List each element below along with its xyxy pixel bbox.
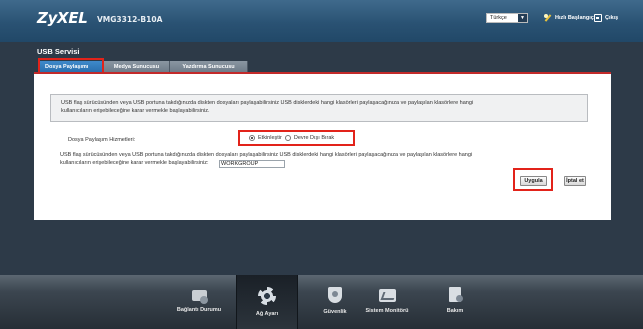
logout-icon bbox=[594, 14, 602, 22]
nav-system-monitor-label: Sistem Monitörü bbox=[365, 308, 409, 314]
wand-icon bbox=[544, 14, 552, 22]
nav-connection-status[interactable]: Bağlantı Durumu bbox=[168, 275, 230, 329]
tab-print-server[interactable]: Yazdırma Sunucusu bbox=[170, 61, 248, 72]
chevron-down-icon[interactable]: ▼ bbox=[518, 14, 527, 22]
security-icon bbox=[328, 287, 342, 303]
radio-highlight-box bbox=[238, 130, 355, 146]
logout-link[interactable]: Çıkış bbox=[594, 14, 618, 22]
nav-network-settings-label: Ağ Ayarı bbox=[255, 311, 279, 317]
nav-maintenance-label: Bakım bbox=[446, 308, 464, 314]
nav-connection-status-label: Bağlantı Durumu bbox=[176, 307, 222, 313]
apply-highlight-box bbox=[513, 168, 553, 191]
cancel-button[interactable]: İptal et bbox=[564, 176, 586, 186]
status-icon bbox=[191, 290, 208, 304]
nav-security-label: Güvenlik bbox=[323, 309, 347, 315]
nav-maintenance[interactable]: Bakım bbox=[424, 275, 486, 329]
quick-start-link[interactable]: Hızlı Başlangıç bbox=[544, 14, 594, 22]
nav-network-settings[interactable]: Ağ Ayarı bbox=[236, 275, 298, 329]
info-box: USB flaş sürücüsünden veya USB portuna t… bbox=[50, 94, 588, 122]
quick-start-label: Hızlı Başlangıç bbox=[555, 15, 594, 21]
logout-label: Çıkış bbox=[605, 15, 619, 21]
workgroup-input[interactable] bbox=[219, 160, 285, 168]
info-line-1: USB flaş sürücüsünden veya USB portuna t… bbox=[61, 100, 474, 106]
tab-media-server[interactable]: Medya Sunucusu bbox=[104, 61, 170, 72]
nav-system-monitor[interactable]: Sistem Monitörü bbox=[356, 275, 418, 329]
description-line-1: USB flaş sürücüsünden veya USB portuna t… bbox=[60, 152, 473, 158]
model-name: VMG3312-B10A bbox=[97, 15, 163, 24]
monitor-icon bbox=[378, 289, 396, 302]
maintenance-icon bbox=[449, 287, 463, 302]
description-line-2: kullanıcıların erişebileceğine karar ver… bbox=[60, 160, 209, 166]
page-title: USB Servisi bbox=[37, 47, 80, 56]
network-settings-icon bbox=[258, 287, 276, 305]
language-value: Türkçe bbox=[490, 15, 507, 21]
language-select[interactable]: Türkçe ▼ bbox=[486, 13, 528, 23]
workgroup-description: USB flaş sürücüsünden veya USB portuna t… bbox=[60, 151, 580, 167]
info-line-2: kullanıcıların erişebileceğine karar ver… bbox=[61, 108, 210, 114]
file-sharing-service-label: Dosya Paylaşım Hizmetleri: bbox=[68, 137, 136, 143]
brand-logo: ZyXEL bbox=[37, 9, 88, 27]
